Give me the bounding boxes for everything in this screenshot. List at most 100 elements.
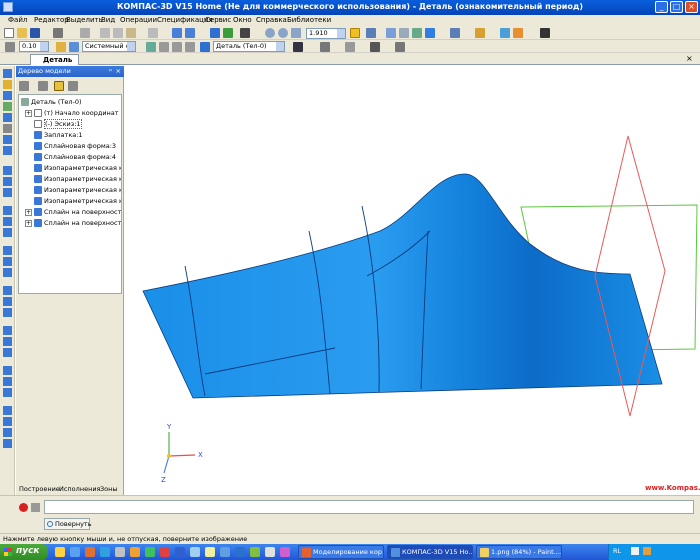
open-icon[interactable] (17, 28, 27, 38)
fill-icon[interactable] (395, 42, 405, 52)
orientation-icon[interactable] (366, 28, 376, 38)
quicklaunch-app-icon[interactable] (145, 547, 155, 557)
help-icon[interactable] (240, 28, 250, 38)
quicklaunch-app-icon[interactable] (190, 547, 200, 557)
menu-service[interactable]: Сервис (205, 16, 231, 24)
parametric-icon[interactable] (146, 42, 156, 52)
constraint-icon[interactable] (159, 42, 169, 52)
zoom-in-icon[interactable] (265, 28, 275, 38)
zoom-out-icon[interactable] (278, 28, 288, 38)
tab-zones[interactable]: Зоны (100, 485, 118, 493)
thicken-icon[interactable] (3, 417, 12, 426)
quicklaunch-app-icon[interactable] (160, 547, 170, 557)
command-input[interactable] (44, 500, 694, 514)
axis-icon[interactable] (3, 257, 12, 266)
layer-field[interactable]: Системный слой (0) (82, 41, 136, 52)
expand-icon[interactable]: + (25, 219, 32, 227)
properties-icon[interactable] (148, 28, 158, 38)
tree-order-icon[interactable] (38, 81, 48, 91)
zoom-scale-field[interactable]: 1.910 (306, 28, 346, 39)
chevron-down-icon[interactable] (40, 42, 48, 51)
model-canvas[interactable]: X Y Z (125, 66, 700, 495)
menu-window[interactable]: Окно (233, 16, 252, 24)
context-help-icon[interactable] (540, 28, 550, 38)
taskbar-item-modeling[interactable]: Моделирование кор... (298, 545, 384, 559)
tree-node-isocurve-4[interactable]: Изопараметрическая криві (34, 196, 121, 207)
part-icon[interactable] (200, 42, 210, 52)
menu-select[interactable]: Выделить (66, 16, 103, 24)
chevron-down-icon[interactable] (276, 42, 284, 51)
copy-icon[interactable] (113, 28, 123, 38)
tree-node-isocurve-2[interactable]: Изопараметрическая криві (34, 174, 121, 185)
rotate-button[interactable]: Повернуть (44, 518, 92, 530)
fillet-icon[interactable] (3, 308, 12, 317)
quicklaunch-desktop-icon[interactable] (70, 547, 80, 557)
measure-tool-icon[interactable] (3, 146, 12, 155)
help-mode-icon[interactable] (31, 503, 40, 512)
tree-node-surface-spline-2[interactable]: + Сплайн на поверхности:2 (25, 218, 121, 229)
maximize-button[interactable]: □ (670, 1, 683, 13)
snap-icon[interactable] (5, 42, 15, 52)
rotate-icon[interactable] (350, 28, 360, 38)
close-button[interactable]: × (685, 1, 698, 13)
library-icon[interactable] (223, 28, 233, 38)
trim-icon[interactable] (3, 286, 12, 295)
tree-structure-icon[interactable] (54, 81, 64, 91)
mirror-icon[interactable] (3, 337, 12, 346)
loft-icon[interactable] (3, 228, 12, 237)
filter-icon[interactable] (475, 28, 485, 38)
cut-icon[interactable] (100, 28, 110, 38)
quicklaunch-explorer-icon[interactable] (55, 547, 65, 557)
tree-node-sketch[interactable]: (-) Эскиз:1 (34, 119, 82, 130)
hidden-lines-icon[interactable] (412, 28, 422, 38)
perspective-icon[interactable] (450, 28, 460, 38)
tree-filter-icon[interactable] (68, 81, 78, 91)
quicklaunch-app-icon[interactable] (175, 547, 185, 557)
tree-node-origin[interactable]: + (т) Начало координат (25, 108, 119, 119)
hatch-icon[interactable] (345, 42, 355, 52)
shaded-icon[interactable] (425, 28, 435, 38)
quicklaunch-browser-icon[interactable] (100, 547, 110, 557)
section-icon[interactable] (500, 28, 510, 38)
helix-icon[interactable] (3, 366, 12, 375)
quicklaunch-app-icon[interactable] (250, 547, 260, 557)
patch-icon[interactable] (3, 268, 12, 277)
layer-manager-icon[interactable] (56, 42, 66, 52)
menu-view[interactable]: Вид (101, 16, 115, 24)
layers-icon[interactable] (69, 42, 79, 52)
quicklaunch-app-icon[interactable] (85, 547, 95, 557)
save-icon[interactable] (30, 28, 40, 38)
quicklaunch-app-icon[interactable] (220, 547, 230, 557)
manager-icon[interactable] (210, 28, 220, 38)
edit-icon[interactable] (3, 80, 12, 89)
menu-libraries[interactable]: Библиотеки (287, 16, 331, 24)
surfaces-icon[interactable] (3, 102, 12, 111)
quicklaunch-app-icon[interactable] (280, 547, 290, 557)
model-viewport[interactable]: X Y Z www.Kompas.ru (125, 66, 700, 495)
menu-edit[interactable]: Редактор (34, 16, 69, 24)
isoparametric-icon[interactable] (3, 388, 12, 397)
sketch-icon[interactable] (3, 91, 12, 100)
extend-icon[interactable] (3, 428, 12, 437)
tree-node-isocurve-1[interactable]: Изопараметрическая криві (34, 163, 121, 174)
wireframe-icon[interactable] (399, 28, 409, 38)
polyline-icon[interactable] (3, 188, 12, 197)
undo-icon[interactable] (172, 28, 182, 38)
part-select-field[interactable]: Деталь (Тел-0) (213, 41, 285, 52)
minimize-button[interactable]: _ (655, 1, 668, 13)
tab-build[interactable]: Построение (19, 485, 60, 493)
preview-icon[interactable] (80, 28, 90, 38)
expand-icon[interactable]: + (25, 109, 32, 117)
shell-icon[interactable] (3, 326, 12, 335)
color-icon[interactable] (293, 42, 303, 52)
pin-icon[interactable]: ᵖ (109, 66, 112, 76)
new-document-icon[interactable] (4, 28, 14, 38)
curves-icon[interactable] (3, 113, 12, 122)
extrude-icon[interactable] (3, 206, 12, 215)
tray-icon[interactable] (643, 547, 651, 555)
print-icon[interactable] (53, 28, 63, 38)
text-style-icon[interactable] (370, 42, 380, 52)
quicklaunch-app-icon[interactable] (130, 547, 140, 557)
style-icon[interactable] (320, 42, 330, 52)
tab-document[interactable]: Деталь (30, 54, 80, 65)
